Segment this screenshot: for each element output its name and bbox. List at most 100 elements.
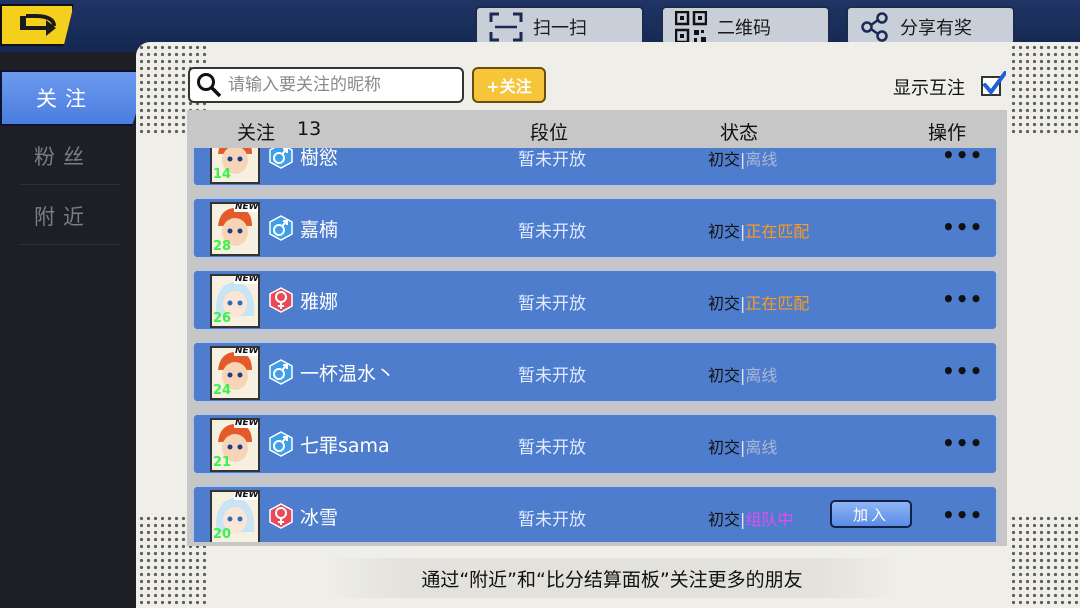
relation-status: 初交|离线 <box>708 148 777 170</box>
new-badge: NEW <box>235 202 259 212</box>
more-options-button[interactable]: ••• <box>942 359 983 383</box>
table-row[interactable]: NEW 20 冰雪 暂未开放 初交|组队中 加入 ••• <box>191 484 999 542</box>
relation-label: 初交 <box>708 510 741 529</box>
online-status: 正在匹配 <box>745 294 810 313</box>
relation-label: 初交 <box>708 366 741 385</box>
share-label: 分享有奖 <box>900 18 972 39</box>
new-badge: NEW <box>235 418 259 428</box>
relation-label: 初交 <box>708 222 741 241</box>
header-rank: 段位 <box>530 122 569 144</box>
table-row[interactable]: 14 樹慾 暂未开放 初交|离线 ••• <box>191 148 999 188</box>
back-button[interactable] <box>0 4 74 46</box>
show-mutual-label: 显示互注 <box>893 78 965 99</box>
relation-status: 初交|组队中 <box>708 506 793 530</box>
more-options-button[interactable]: ••• <box>942 287 983 311</box>
qrcode-label: 二维码 <box>717 18 771 39</box>
player-rank: 暂未开放 <box>518 366 586 386</box>
search-icon <box>197 73 222 98</box>
table-row[interactable]: NEW 28 嘉楠 暂未开放 初交|正在匹配 ••• <box>191 196 999 260</box>
more-options-button[interactable]: ••• <box>942 215 983 239</box>
header-follow: 关注 <box>237 122 276 144</box>
avatar[interactable]: NEW 21 <box>210 418 260 472</box>
sidebar-item-label: 附近 <box>34 205 92 229</box>
new-badge: NEW <box>235 346 259 356</box>
sidebar-item-following[interactable]: 关注 <box>0 70 150 126</box>
male-icon <box>268 148 294 169</box>
table-row[interactable]: NEW 24 一杯温水丶 暂未开放 初交|离线 ••• <box>191 340 999 404</box>
qrcode-icon <box>675 11 707 43</box>
male-icon <box>268 431 294 457</box>
add-follow-label: +关注 <box>486 77 532 96</box>
player-level: 20 <box>213 527 232 542</box>
relation-label: 初交 <box>708 294 741 313</box>
table-row[interactable]: NEW 26 雅娜 暂未开放 初交|正在匹配 ••• <box>191 268 999 332</box>
more-options-button[interactable]: ••• <box>942 503 983 527</box>
player-name: 七罪sama <box>300 435 390 457</box>
back-arrow-icon <box>20 14 56 36</box>
more-options-button[interactable]: ••• <box>942 148 983 167</box>
player-level: 24 <box>213 383 232 398</box>
relation-status: 初交|正在匹配 <box>708 290 809 314</box>
online-status: 离线 <box>745 438 778 457</box>
relation-label: 初交 <box>708 150 741 169</box>
online-status: 正在匹配 <box>745 222 810 241</box>
player-rank: 暂未开放 <box>518 222 586 242</box>
header-status: 状态 <box>720 122 759 144</box>
follow-count: 13 <box>297 118 322 140</box>
player-name: 嘉楠 <box>300 219 339 241</box>
sidebar-item-fans[interactable]: 粉丝 <box>0 128 140 184</box>
footer-hint: 通过“附近”和“比分结算面板”关注更多的朋友 <box>324 558 900 598</box>
add-follow-button[interactable]: +关注 <box>472 67 546 103</box>
sidebar-item-nearby[interactable]: 附近 <box>0 188 140 244</box>
more-options-button[interactable]: ••• <box>942 431 983 455</box>
player-name: 雅娜 <box>300 291 339 313</box>
player-name: 冰雪 <box>300 507 339 529</box>
sidebar-divider <box>20 184 120 185</box>
halftone-decoration <box>1010 515 1080 605</box>
relation-status: 初交|正在匹配 <box>708 218 809 242</box>
new-badge: NEW <box>235 274 259 284</box>
scan-icon <box>489 12 523 42</box>
online-status: 离线 <box>745 366 778 385</box>
avatar[interactable]: NEW 28 <box>210 202 260 256</box>
sidebar-item-label: 粉丝 <box>34 145 92 169</box>
follow-list[interactable]: 14 樹慾 暂未开放 初交|离线 ••• NEW 28 嘉楠 暂未开放 初交|正… <box>187 148 1007 542</box>
sidebar-item-label: 关注 <box>36 87 94 111</box>
online-status: 离线 <box>745 150 778 169</box>
player-level: 14 <box>213 167 232 182</box>
table-row[interactable]: NEW 21 七罪sama 暂未开放 初交|离线 ••• <box>191 412 999 476</box>
search-input[interactable] <box>226 74 460 96</box>
player-rank: 暂未开放 <box>518 438 586 458</box>
relation-label: 初交 <box>708 438 741 457</box>
player-level: 26 <box>213 311 232 326</box>
male-icon <box>268 359 294 385</box>
player-level: 21 <box>213 455 232 470</box>
avatar[interactable]: NEW 20 <box>210 490 260 542</box>
player-name: 樹慾 <box>300 148 339 169</box>
relation-status: 初交|离线 <box>708 362 777 386</box>
avatar[interactable]: NEW 26 <box>210 274 260 328</box>
player-name: 一杯温水丶 <box>300 363 396 385</box>
header-action: 操作 <box>928 122 967 144</box>
table-header: 关注 13 段位 状态 操作 <box>187 110 1007 148</box>
player-rank: 暂未开放 <box>518 294 586 314</box>
sidebar-divider <box>20 244 120 245</box>
new-badge: NEW <box>235 490 259 500</box>
footer-hint-text: 通过“附近”和“比分结算面板”关注更多的朋友 <box>421 568 803 591</box>
player-rank: 暂未开放 <box>518 510 586 530</box>
female-icon <box>268 287 294 313</box>
relation-status: 初交|离线 <box>708 434 777 458</box>
halftone-decoration <box>1010 44 1080 134</box>
female-icon <box>268 503 294 529</box>
player-rank: 暂未开放 <box>518 150 586 170</box>
player-level: 28 <box>213 239 232 254</box>
avatar[interactable]: NEW 24 <box>210 346 260 400</box>
online-status: 组队中 <box>745 510 794 529</box>
male-icon <box>268 215 294 241</box>
search-box[interactable] <box>188 67 464 103</box>
avatar[interactable]: 14 <box>210 148 260 184</box>
show-mutual-checkbox[interactable] <box>980 71 1006 97</box>
scan-label: 扫一扫 <box>533 18 587 39</box>
join-team-button[interactable]: 加入 <box>830 500 912 528</box>
share-icon <box>861 12 888 42</box>
